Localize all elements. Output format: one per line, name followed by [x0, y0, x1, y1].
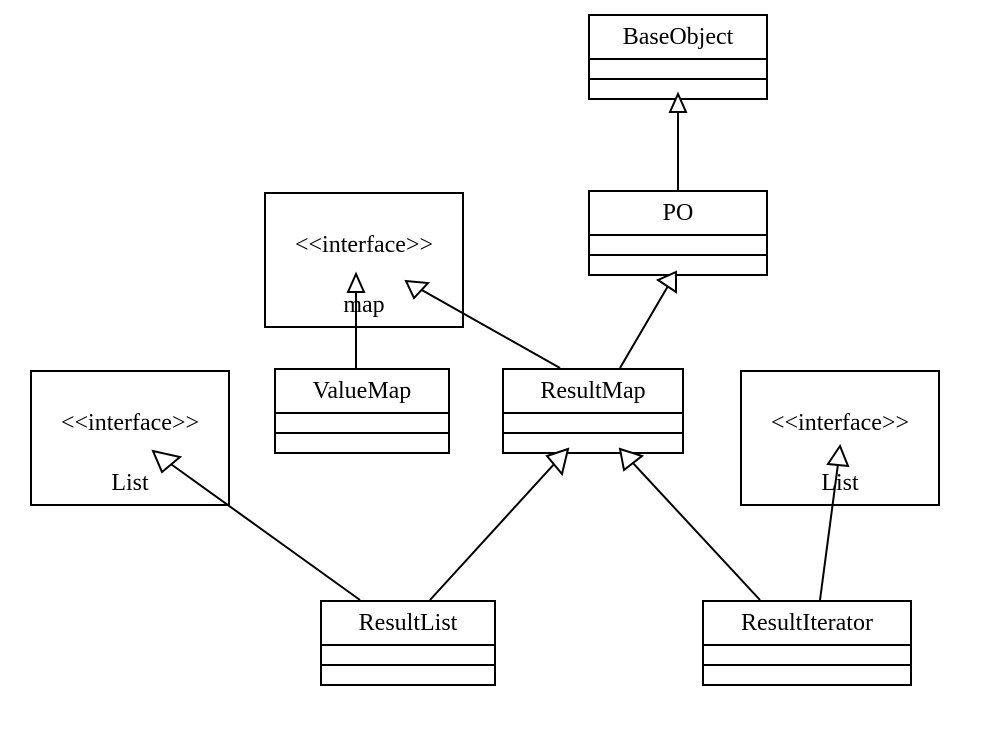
stereotype-label: <<interface>>	[295, 232, 433, 258]
interface-title: <<interface>> List	[32, 372, 228, 504]
class-title: ResultMap	[504, 370, 682, 412]
class-op-compartment	[590, 78, 766, 98]
class-node-resultmap: ResultMap	[502, 368, 684, 454]
class-op-compartment	[704, 664, 910, 684]
class-attr-compartment	[704, 644, 910, 664]
interface-title: <<interface>> map	[266, 194, 462, 326]
interface-node-map: <<interface>> map	[264, 192, 464, 328]
class-title: PO	[590, 192, 766, 234]
interface-name: List	[821, 470, 858, 496]
class-node-baseobject: BaseObject	[588, 14, 768, 100]
class-node-po: PO	[588, 190, 768, 276]
class-attr-compartment	[590, 234, 766, 254]
class-attr-compartment	[322, 644, 494, 664]
class-op-compartment	[322, 664, 494, 684]
interface-node-list-left: <<interface>> List	[30, 370, 230, 506]
class-node-valuemap: ValueMap	[274, 368, 450, 454]
class-title: BaseObject	[590, 16, 766, 58]
interface-name: List	[111, 470, 148, 496]
interface-node-list-right: <<interface>> List	[740, 370, 940, 506]
class-title: ResultList	[322, 602, 494, 644]
class-attr-compartment	[276, 412, 448, 432]
class-op-compartment	[504, 432, 682, 452]
class-attr-compartment	[504, 412, 682, 432]
class-op-compartment	[590, 254, 766, 274]
stereotype-label: <<interface>>	[771, 410, 909, 436]
class-node-resultiterator: ResultIterator	[702, 600, 912, 686]
class-title: ResultIterator	[704, 602, 910, 644]
diagram-canvas: { "nodes": { "baseObject": { "title": "B…	[0, 0, 1000, 742]
interface-name: map	[343, 292, 384, 318]
class-attr-compartment	[590, 58, 766, 78]
class-title: ValueMap	[276, 370, 448, 412]
class-node-resultlist: ResultList	[320, 600, 496, 686]
interface-title: <<interface>> List	[742, 372, 938, 504]
class-op-compartment	[276, 432, 448, 452]
stereotype-label: <<interface>>	[61, 410, 199, 436]
